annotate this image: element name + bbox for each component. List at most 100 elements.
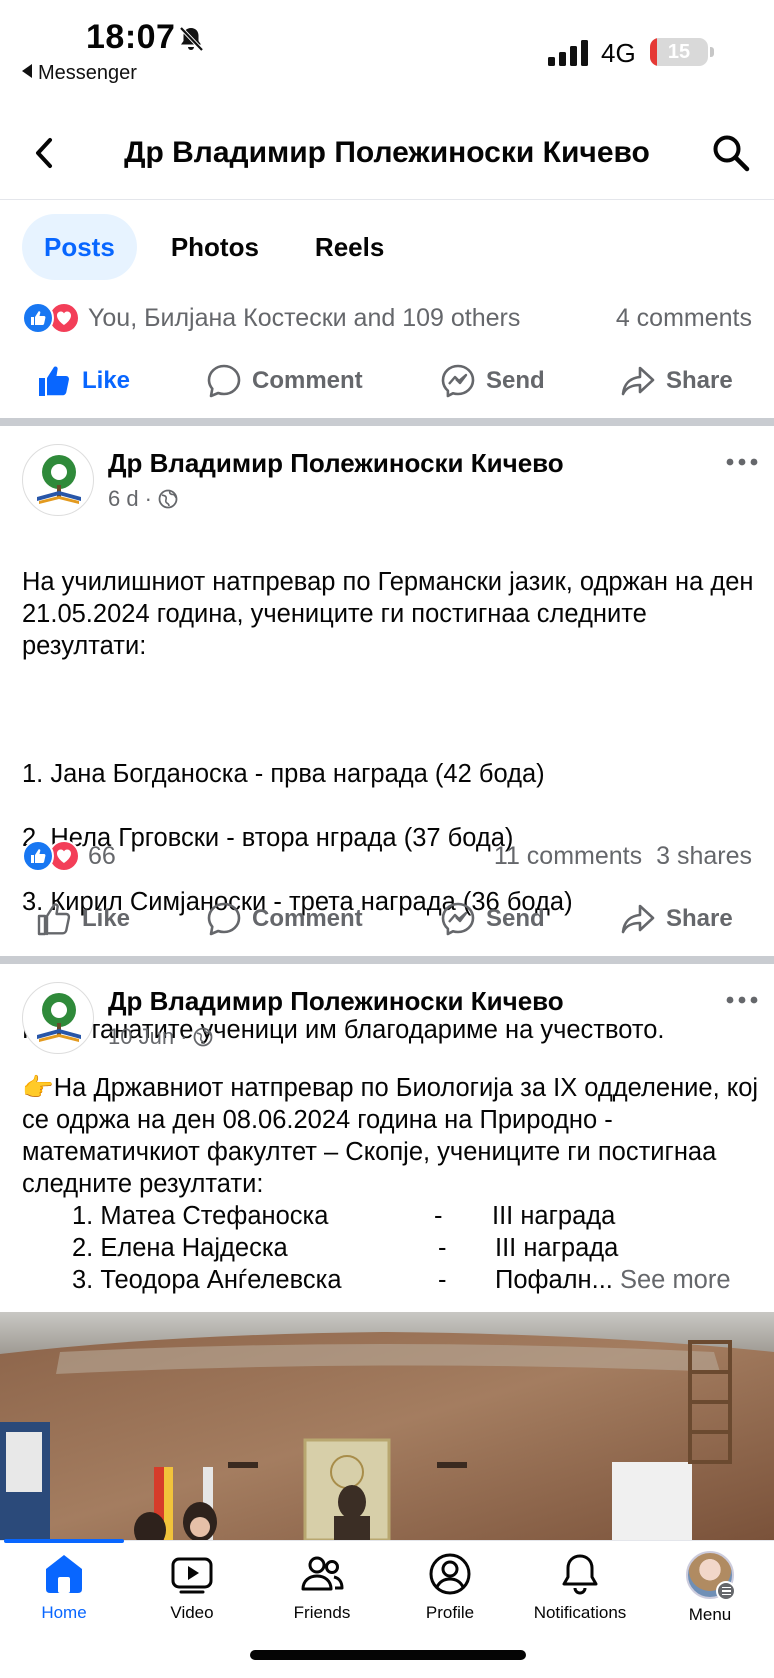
post-body: 👉На Државниот натпревар по Биологија за … <box>22 1072 762 1200</box>
post-header: Др Владимир Полежиноски Кичево 6 d · <box>22 444 762 524</box>
send-label: Send <box>486 367 545 394</box>
active-tab-indicator <box>4 1539 124 1543</box>
nav-notifications[interactable]: Notifications <box>520 1551 640 1623</box>
back-app-label: Messenger <box>38 62 137 84</box>
page-title: Др Владимир Полежиноски Кичево <box>124 136 650 169</box>
post-actions: Like Comment Send Share <box>0 346 774 416</box>
result-item: 1. Јана Богданоска - прва награда (42 бо… <box>22 760 545 788</box>
comment-icon <box>207 364 241 398</box>
result-dash: - <box>438 1266 447 1294</box>
nav-profile[interactable]: Profile <box>390 1551 510 1623</box>
home-indicator <box>250 1650 526 1660</box>
back-to-app[interactable]: Messenger <box>22 62 137 85</box>
result-name: 3. Теодора Анѓелевска <box>72 1266 342 1294</box>
result-name: 2. Елена Најдеска <box>72 1234 288 1262</box>
result-award: Пофалн... <box>495 1266 613 1294</box>
nav-notifications-label: Notifications <box>533 1603 627 1622</box>
result-name: 1. Матеа Стефаноска <box>72 1202 329 1230</box>
result-dash: - <box>434 1202 443 1230</box>
post-meta: 6 d · <box>108 486 178 512</box>
battery-tip <box>710 47 714 57</box>
tab-reels[interactable]: Reels <box>293 214 406 280</box>
post-photo[interactable] <box>0 1312 774 1540</box>
share-button[interactable]: Share <box>620 346 733 416</box>
comments-count[interactable]: 4 comments <box>616 304 752 332</box>
nav-profile-label: Profile <box>425 1603 475 1622</box>
more-options-icon[interactable] <box>724 990 760 1010</box>
page-avatar[interactable] <box>22 444 94 516</box>
tab-posts[interactable]: Posts <box>22 214 137 280</box>
post-intro: На училишниот натпревар по Германски јаз… <box>22 568 754 660</box>
post-time[interactable]: 10 Jun <box>108 1024 174 1050</box>
page-header: Др Владимир Полежиноски Кичево <box>0 110 774 200</box>
comment-label: Comment <box>252 905 363 932</box>
messenger-icon <box>441 902 475 936</box>
post-author[interactable]: Др Владимир Полежиноски Кичево <box>108 986 564 1017</box>
nav-video[interactable]: Video <box>132 1551 252 1623</box>
network-type: 4G <box>601 38 636 68</box>
send-label: Send <box>486 905 545 932</box>
search-icon[interactable] <box>710 132 752 174</box>
reactions-summary[interactable]: You, Билјана Костески and 109 others 4 c… <box>22 298 752 338</box>
like-button[interactable]: Like <box>36 884 130 954</box>
results-list: 1. Матеа Стефаноска - III награда 2. Еле… <box>22 1200 762 1296</box>
share-icon <box>621 904 655 934</box>
send-button[interactable]: Send <box>440 884 545 954</box>
thumbs-up-filled-icon <box>39 366 69 396</box>
bell-slash-icon <box>179 26 204 52</box>
feed-divider <box>0 956 774 964</box>
reactions-summary[interactable]: 66 11 comments 3 shares <box>22 836 752 876</box>
meta-separator: · <box>180 1024 188 1049</box>
nav-home-label: Home <box>41 1603 87 1622</box>
nav-menu[interactable]: Menu <box>650 1551 770 1625</box>
post-time[interactable]: 6 d <box>108 486 139 512</box>
post-actions: Like Comment Send Share <box>0 884 774 954</box>
reactions-count: 66 <box>88 842 116 870</box>
page-avatar[interactable] <box>22 982 94 1054</box>
thumbs-up-icon <box>37 903 71 936</box>
nav-home[interactable]: Home <box>4 1551 124 1623</box>
status-bar: 18:07 Messenger 4G 15 <box>0 0 774 96</box>
share-button[interactable]: Share <box>620 884 733 954</box>
comment-button[interactable]: Comment <box>206 346 363 416</box>
comment-icon <box>207 902 241 936</box>
post-author[interactable]: Др Владимир Полежиноски Кичево <box>108 448 564 479</box>
menu-avatar <box>686 1551 736 1601</box>
post-intro: На Државниот натпревар по Биологија за I… <box>22 1074 759 1198</box>
like-reaction-icon <box>22 840 54 872</box>
comments-count[interactable]: 11 comments <box>494 842 642 870</box>
post-meta: 10 Jun · <box>108 1024 213 1050</box>
messenger-icon <box>441 364 475 398</box>
nav-friends[interactable]: Friends <box>262 1551 382 1623</box>
result-dash: - <box>438 1234 447 1262</box>
comment-button[interactable]: Comment <box>206 884 363 954</box>
meta-separator: · <box>144 486 152 511</box>
tab-photos[interactable]: Photos <box>149 214 281 280</box>
like-label: Like <box>82 905 131 932</box>
result-award: III награда <box>495 1234 619 1262</box>
battery-icon: 15 <box>650 38 708 66</box>
hamburger-icon <box>716 1581 736 1601</box>
back-triangle-icon <box>22 64 32 78</box>
see-more-link[interactable]: See more <box>620 1266 731 1294</box>
globe-icon <box>193 1027 213 1047</box>
friends-icon <box>301 1556 344 1591</box>
school-logo <box>37 993 81 1042</box>
video-icon <box>171 1557 213 1594</box>
home-icon <box>46 1555 82 1593</box>
shares-count[interactable]: 3 shares <box>656 842 752 870</box>
more-options-icon[interactable] <box>724 452 760 472</box>
reaction-icons <box>22 840 82 872</box>
nav-friends-label: Friends <box>293 1603 351 1622</box>
reactions-text: You, Билјана Костески and 109 others <box>88 304 521 332</box>
like-button[interactable]: Like <box>36 346 130 416</box>
globe-icon <box>158 489 178 509</box>
pointing-hand-emoji: 👉 <box>22 1074 54 1102</box>
list-item: 2. Елена Најдеска - III награда <box>22 1232 762 1264</box>
school-logo <box>37 455 81 504</box>
send-button[interactable]: Send <box>440 346 545 416</box>
like-label: Like <box>82 367 131 394</box>
list-item: 3. Теодора Анѓелевска - Пофалн... See mo… <box>22 1264 762 1296</box>
battery-level: 15 <box>667 41 691 63</box>
reaction-icons <box>22 302 82 334</box>
